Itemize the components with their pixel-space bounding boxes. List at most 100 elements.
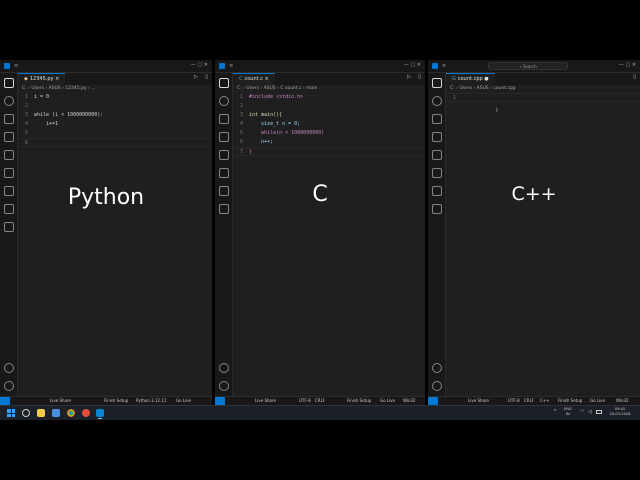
code-line[interactable]: 6 n++;	[233, 138, 425, 147]
remote-indicator[interactable]	[0, 397, 10, 405]
search-icon[interactable]	[22, 409, 30, 417]
remote-indicator[interactable]	[215, 397, 225, 405]
finish-setup-status[interactable]: Finish Setup	[558, 397, 582, 405]
search-icon[interactable]	[432, 96, 442, 106]
tab-count-cpp[interactable]: Gcount.cpp ●	[446, 73, 495, 85]
tab-count-c[interactable]: Ccount.c ×	[233, 73, 275, 85]
finish-setup-status[interactable]: Finish Setup	[347, 397, 371, 405]
app-icon[interactable]	[82, 409, 90, 417]
code-text: }	[249, 149, 253, 155]
run-debug-icon[interactable]	[432, 132, 442, 142]
menu-icon[interactable]: ≡	[14, 63, 18, 69]
code-line-current[interactable]: 1	[446, 93, 640, 102]
run-icon[interactable]: ▷	[407, 74, 411, 80]
code-line[interactable]: 4 size_t n = 0;	[233, 120, 425, 129]
clock[interactable]: 09:41 20-03-2026	[605, 407, 635, 416]
window-controls[interactable]: — ▢ ✕	[191, 62, 208, 68]
puzzle-icon[interactable]	[4, 222, 14, 232]
live-share-status[interactable]: Live Share	[255, 397, 276, 405]
window-controls[interactable]: — ▢ ✕	[619, 62, 636, 68]
language-label: Python	[67, 185, 145, 210]
account-icon[interactable]	[432, 363, 442, 373]
breadcrumb[interactable]: C: › Users › ASUS › count.cpp	[450, 85, 640, 93]
activity-bar	[428, 73, 446, 396]
split-editor-icon[interactable]: ▯	[418, 74, 421, 80]
live-share-status[interactable]: Live Share	[468, 397, 489, 405]
tray-chevron-icon[interactable]: ^	[553, 409, 557, 415]
code-line[interactable]: 5	[18, 129, 212, 138]
volume-icon[interactable]: ◁	[588, 409, 592, 415]
tab-label: count.cpp	[457, 76, 483, 82]
vscode-icon[interactable]	[96, 409, 104, 417]
python-version-status[interactable]: Python 3.12.11	[136, 397, 166, 405]
code-line[interactable]: 1 i = 0	[18, 93, 212, 102]
run-debug-icon[interactable]	[4, 132, 14, 142]
run-debug-icon[interactable]	[219, 132, 229, 142]
battery-icon[interactable]	[596, 410, 602, 414]
language-mode-status[interactable]: C++	[540, 397, 550, 405]
vscode-logo-icon	[4, 63, 10, 69]
start-button[interactable]	[7, 409, 15, 417]
code-editor[interactable]: 1 I	[446, 93, 640, 396]
menu-icon[interactable]: ≡	[229, 63, 233, 69]
code-line[interactable]: 4 i+=1	[18, 120, 212, 129]
code-line-current[interactable]: 7}	[233, 147, 425, 156]
window-controls[interactable]: — ▢ ✕	[404, 62, 421, 68]
live-share-status[interactable]: Live Share	[50, 397, 71, 405]
code-line[interactable]: 5 while(n < 1000000000)	[233, 129, 425, 138]
store-icon[interactable]	[52, 409, 60, 417]
code-line[interactable]: 3 int main(){	[233, 111, 425, 120]
search-icon[interactable]	[219, 96, 229, 106]
encoding-status[interactable]: UTF-8	[299, 397, 311, 405]
tab-12345-py[interactable]: ◆ 12345.py ×	[18, 73, 66, 85]
code-line[interactable]: 1 #include <stdio.h>	[233, 93, 425, 102]
split-editor-icon[interactable]: ▯	[633, 74, 636, 80]
go-live-status[interactable]: Go Live	[380, 397, 395, 405]
source-control-icon[interactable]	[432, 114, 442, 124]
breadcrumb[interactable]: C: › Users › ASUS › C count.c › main	[237, 85, 425, 93]
platform-status[interactable]: Win32	[403, 397, 416, 405]
gear-icon[interactable]	[4, 381, 14, 391]
code-line[interactable]: 2	[18, 102, 212, 111]
account-icon[interactable]	[4, 363, 14, 373]
remote-indicator[interactable]	[428, 397, 438, 405]
extensions-icon[interactable]	[219, 150, 229, 160]
code-line-current[interactable]: 6	[18, 138, 212, 147]
menu-icon[interactable]: ≡	[442, 63, 446, 69]
gear-icon[interactable]	[432, 381, 442, 391]
eol-status[interactable]: CRLF	[315, 397, 325, 405]
code-editor[interactable]: 1 i = 0 2 3 while (i < 1000000000): 4 i+=1…	[18, 93, 212, 396]
platform-status[interactable]: Win32	[616, 397, 629, 405]
account-icon[interactable]	[219, 363, 229, 373]
remote-explorer-icon[interactable]	[4, 168, 14, 178]
remote-explorer-icon[interactable]	[219, 168, 229, 178]
gear-icon[interactable]	[219, 381, 229, 391]
wifi-icon[interactable]: ◠	[580, 409, 584, 415]
eol-status[interactable]: CRLF	[524, 397, 534, 405]
go-live-status[interactable]: Go Live	[590, 397, 605, 405]
source-control-icon[interactable]	[219, 114, 229, 124]
finish-setup-status[interactable]: Finish Setup	[104, 397, 128, 405]
code-line[interactable]: 3 while (i < 1000000000):	[18, 111, 212, 120]
split-editor-icon[interactable]: ▯	[205, 74, 208, 80]
code-line[interactable]: 2	[233, 102, 425, 111]
code-editor[interactable]: 1 #include <stdio.h> 2 3 int main(){ 4 siz…	[233, 93, 425, 396]
remote-explorer-icon[interactable]	[432, 168, 442, 178]
chrome-icon[interactable]	[67, 409, 75, 417]
explorer-icon[interactable]	[4, 78, 14, 88]
source-control-icon[interactable]	[4, 114, 14, 124]
encoding-status[interactable]: UTF-8	[508, 397, 520, 405]
file-explorer-icon[interactable]	[37, 409, 45, 417]
extensions-icon[interactable]	[432, 150, 442, 160]
search-icon[interactable]	[4, 96, 14, 106]
puzzle-icon[interactable]	[432, 204, 442, 214]
breadcrumb[interactable]: C: › Users › ASUS › 12345.py › ...	[22, 85, 212, 93]
command-center-search[interactable]: ⌕ Search	[488, 62, 568, 70]
run-icon[interactable]: ▷	[194, 74, 198, 80]
go-live-status[interactable]: Go Live	[176, 397, 191, 405]
extensions-icon[interactable]	[4, 150, 14, 160]
explorer-icon[interactable]	[432, 78, 442, 88]
language-indicator[interactable]: ENG IN	[564, 407, 572, 416]
explorer-icon[interactable]	[219, 78, 229, 88]
line-number: 3	[239, 112, 243, 118]
